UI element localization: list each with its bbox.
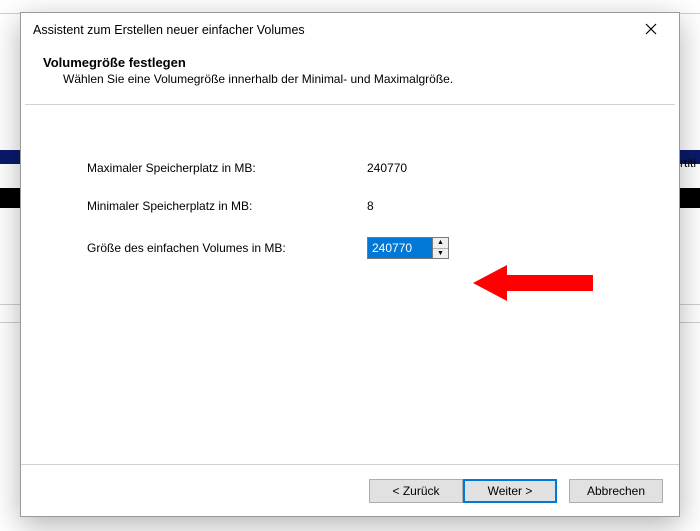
chevron-up-icon: ▲ (437, 239, 444, 246)
row-volume-size: Größe des einfachen Volumes in MB: ▲ ▼ (87, 237, 631, 259)
row-min-space: Minimaler Speicherplatz in MB: 8 (87, 199, 631, 213)
min-space-label: Minimaler Speicherplatz in MB: (87, 199, 367, 213)
cancel-button[interactable]: Abbrechen (569, 479, 663, 503)
volume-size-input[interactable] (368, 238, 432, 258)
back-button[interactable]: < Zurück (369, 479, 463, 503)
max-space-value: 240770 (367, 161, 407, 175)
next-button[interactable]: Weiter > (463, 479, 557, 503)
window-title: Assistent zum Erstellen neuer einfacher … (33, 23, 629, 37)
spin-up-button[interactable]: ▲ (433, 238, 448, 249)
red-arrow-annotation (473, 261, 593, 305)
volume-size-label: Größe des einfachen Volumes in MB: (87, 241, 367, 255)
spin-down-button[interactable]: ▼ (433, 249, 448, 259)
titlebar: Assistent zum Erstellen neuer einfacher … (21, 13, 679, 47)
close-button[interactable] (629, 15, 673, 45)
spin-buttons: ▲ ▼ (432, 238, 448, 258)
close-icon (645, 22, 657, 38)
row-max-space: Maximaler Speicherplatz in MB: 240770 (87, 161, 631, 175)
bg-text-fragment: rtiti (680, 156, 696, 170)
volume-size-spinbox[interactable]: ▲ ▼ (367, 237, 449, 259)
wizard-dialog: Assistent zum Erstellen neuer einfacher … (20, 12, 680, 517)
wizard-footer: < Zurück Weiter > Abbrechen (21, 464, 679, 516)
wizard-body: Maximaler Speicherplatz in MB: 240770 Mi… (21, 105, 679, 464)
max-space-label: Maximaler Speicherplatz in MB: (87, 161, 367, 175)
page-title: Volumegröße festlegen (43, 55, 657, 70)
min-space-value: 8 (367, 199, 374, 213)
page-subtitle: Wählen Sie eine Volumegröße innerhalb de… (43, 72, 657, 86)
wizard-header: Volumegröße festlegen Wählen Sie eine Vo… (21, 47, 679, 98)
chevron-down-icon: ▼ (437, 250, 444, 257)
